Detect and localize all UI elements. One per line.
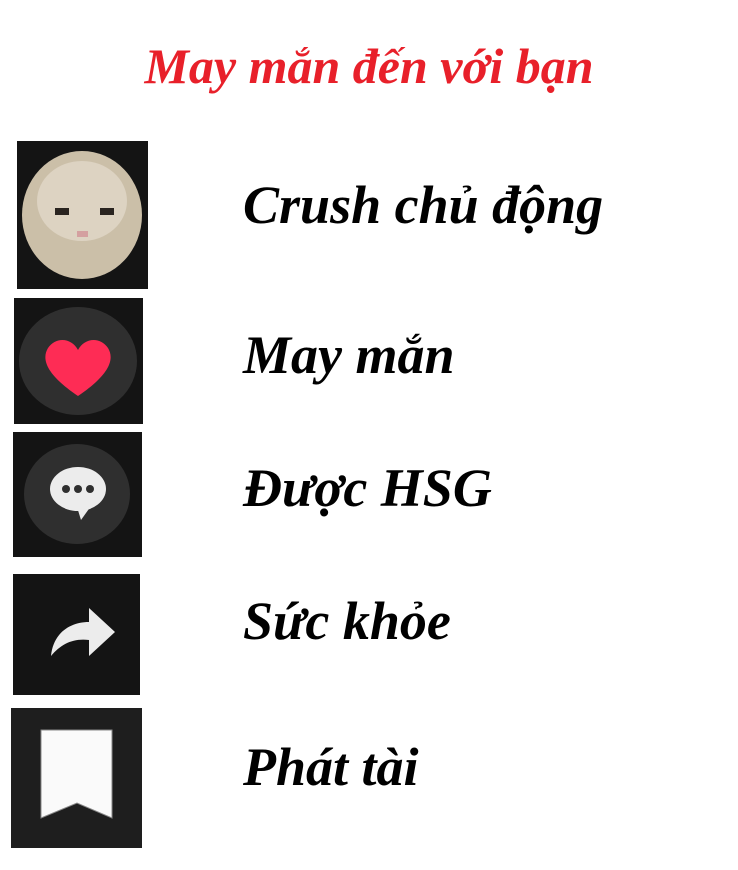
item-label: Sức khỏe [243, 591, 451, 651]
cat-avatar-icon[interactable] [17, 141, 148, 289]
item-label: Phát tài [243, 737, 419, 797]
item-label: Crush chủ động [243, 175, 604, 235]
comment-icon[interactable] [13, 432, 142, 557]
bookmark-icon[interactable] [11, 708, 142, 848]
item-label: Được HSG [243, 458, 492, 518]
page-title: May mắn đến với bạn [144, 38, 594, 94]
item-label: May mắn [243, 325, 455, 385]
heart-icon[interactable] [14, 298, 143, 424]
share-icon[interactable] [13, 574, 140, 695]
